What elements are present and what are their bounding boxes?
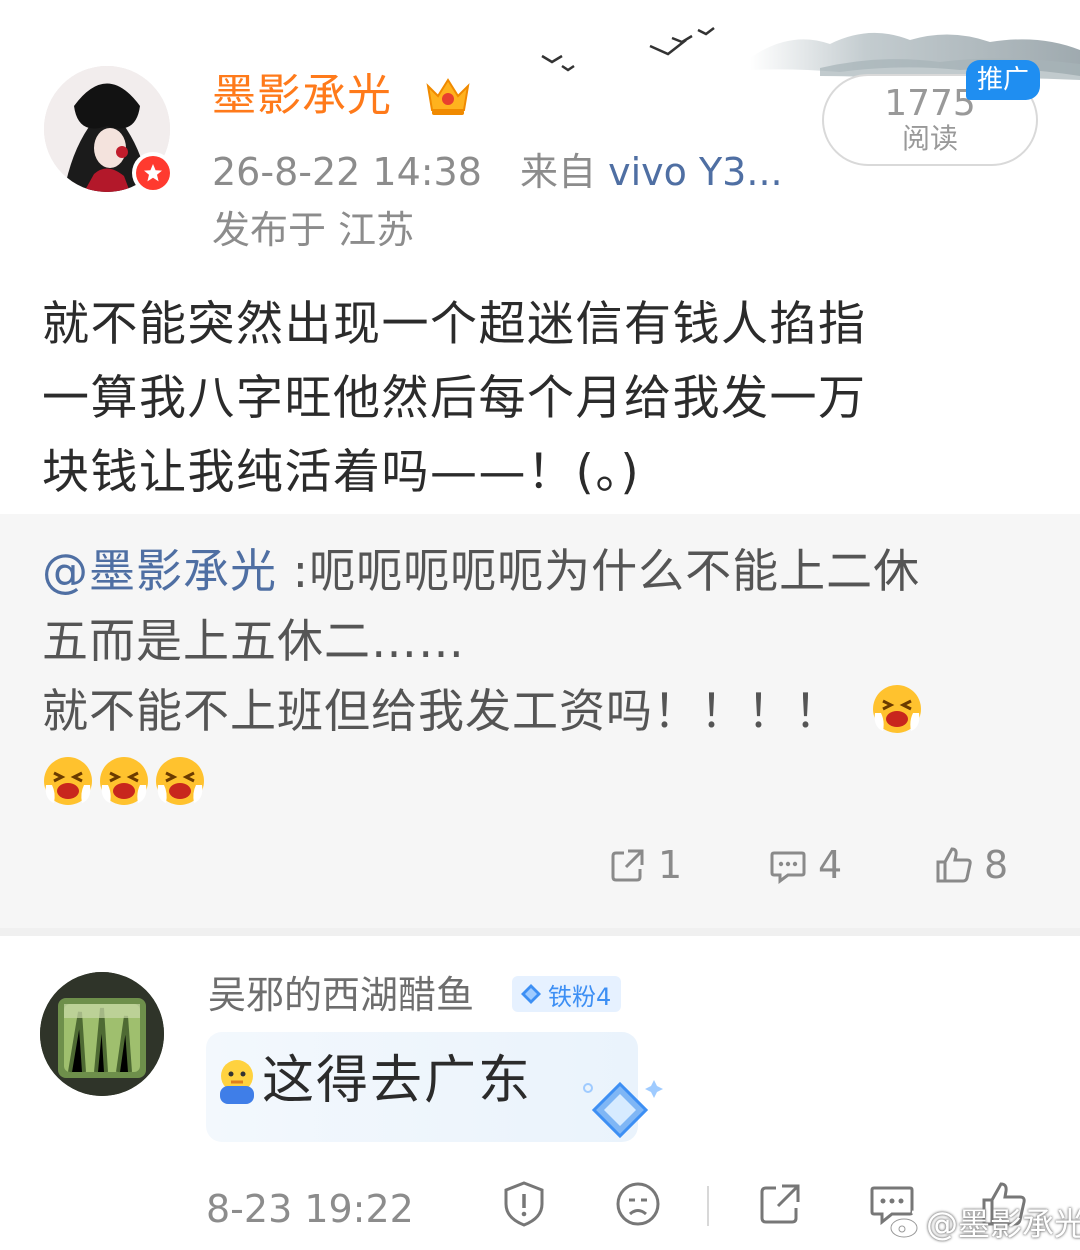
post-source-device[interactable]: vivo Y3... bbox=[608, 150, 783, 194]
like-button[interactable]: 8 bbox=[934, 840, 1008, 890]
crying-emoji-icon bbox=[154, 755, 206, 807]
post-text: 就不能突然出现一个超迷信有钱人掐指 一算我八字旺他然后每个月给我发一万 块钱让我… bbox=[42, 288, 1042, 510]
post-meta: 26-8-22 14:38 来自 vivo Y3... bbox=[212, 146, 783, 198]
comment-count: 4 bbox=[818, 843, 843, 887]
quote-line: :呃呃呃呃呃为什么不能上二休 bbox=[277, 544, 921, 598]
fan-badge: 铁粉4 bbox=[512, 976, 622, 1012]
post-text-line: 一算我八字旺他然后每个月给我发一万 bbox=[42, 371, 867, 426]
comment-text: 这得去广东 bbox=[262, 1051, 533, 1111]
repost-button[interactable]: 1 bbox=[608, 840, 682, 890]
quoted-post-text: @墨影承光 :呃呃呃呃呃为什么不能上二休 五而是上五休二…… 就不能不上班但给我… bbox=[42, 536, 1042, 818]
cold-chick-emoji-icon bbox=[220, 1060, 254, 1104]
crying-emoji-icon bbox=[42, 755, 94, 807]
crying-emoji-icon bbox=[871, 683, 923, 735]
share-icon[interactable] bbox=[756, 1180, 804, 1228]
repost-count: 1 bbox=[658, 843, 683, 887]
post-text-line: 块钱让我纯活着吗——！(。) bbox=[42, 445, 641, 500]
commenter-name[interactable]: 吴邪的西湖醋鱼 bbox=[208, 968, 474, 1022]
dislike-face-icon[interactable] bbox=[614, 1180, 662, 1228]
author-name[interactable]: 墨影承光 bbox=[212, 66, 392, 126]
diamond-icon bbox=[521, 984, 541, 1004]
vip-crown-icon bbox=[426, 78, 470, 115]
comment-button[interactable]: 4 bbox=[768, 840, 842, 890]
post-text-line: 就不能突然出现一个超迷信有钱人掐指 bbox=[42, 297, 867, 352]
verified-badge-icon bbox=[132, 152, 174, 194]
like-count: 8 bbox=[984, 843, 1009, 887]
source-prefix: 来自 bbox=[520, 150, 597, 194]
comment-time: 8-23 19:22 bbox=[206, 1187, 414, 1231]
section-divider bbox=[0, 928, 1080, 936]
promote-button[interactable]: 推广 bbox=[966, 60, 1040, 100]
repost-icon bbox=[611, 849, 644, 882]
post-datetime: 26-8-22 14:38 bbox=[212, 150, 482, 194]
fan-badge-label: 铁粉4 bbox=[548, 982, 612, 1011]
crying-emoji-icon bbox=[98, 755, 150, 807]
post-location: 发布于 江苏 bbox=[212, 208, 415, 252]
quote-line: 五而是上五休二…… bbox=[42, 614, 465, 668]
weibo-logo-icon bbox=[889, 1210, 922, 1239]
commenter-avatar[interactable] bbox=[40, 972, 164, 1096]
diamond-decoration-icon bbox=[583, 1080, 663, 1139]
action-separator bbox=[707, 1186, 709, 1226]
watermark: @墨影承光 bbox=[926, 1205, 1080, 1243]
quote-line: 就不能不上班但给我发工资吗！！！！ bbox=[42, 684, 841, 738]
report-icon[interactable] bbox=[500, 1180, 548, 1228]
mention-link[interactable]: @墨影承光 bbox=[42, 544, 277, 598]
thumbs-up-icon bbox=[936, 847, 972, 883]
comment-icon bbox=[770, 851, 806, 884]
read-label: 阅读 bbox=[901, 122, 958, 155]
